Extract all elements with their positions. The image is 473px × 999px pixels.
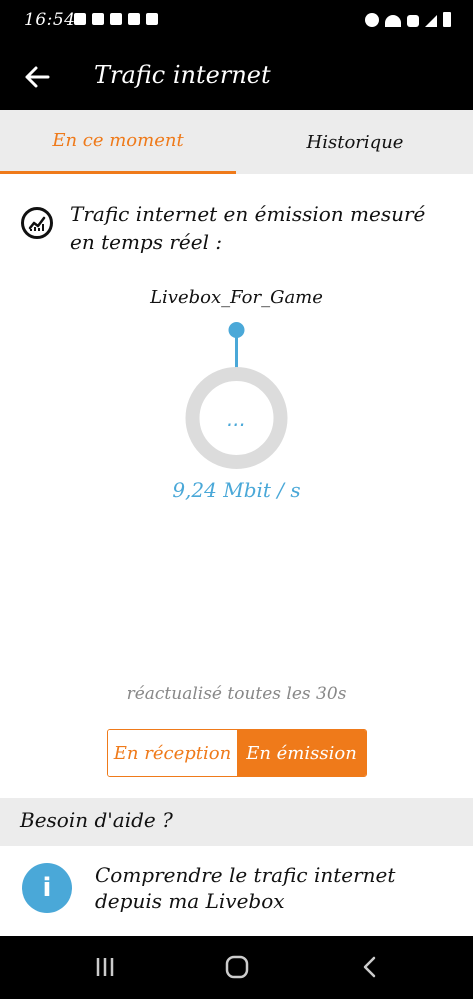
tab-historique[interactable]: Historique	[237, 110, 473, 174]
help-item-text: Comprendre le trafic internet depuis ma …	[95, 863, 396, 913]
status-time: 16:54	[24, 10, 76, 30]
help-title: Besoin d'aide ?	[20, 808, 173, 832]
alarm-icon	[365, 13, 379, 27]
chart-up-icon	[21, 207, 53, 239]
traffic-gauge: ...	[185, 322, 288, 469]
status-bar: 16:54	[0, 0, 473, 44]
help-header: Besoin d'aide ?	[0, 798, 473, 846]
call-icon	[407, 15, 419, 27]
tab-en-ce-moment[interactable]: En ce moment	[0, 110, 236, 174]
calendar-icon	[146, 13, 158, 25]
back-arrow-icon[interactable]	[22, 62, 52, 92]
toggle-emission[interactable]: En émission	[237, 730, 366, 776]
page-title: Trafic internet	[94, 61, 271, 89]
gauge-center-text: ...	[227, 407, 246, 431]
help-item[interactable]: i Comprendre le trafic internet depuis m…	[0, 846, 473, 936]
toggle-reception[interactable]: En réception	[108, 730, 237, 776]
gauge-value: 9,24 Mbit / s	[172, 478, 301, 502]
recent-apps-icon[interactable]	[90, 954, 120, 980]
tab-bar: En ce moment Historique	[0, 110, 473, 174]
notification-icons	[74, 13, 158, 25]
app-bar: Trafic internet	[0, 44, 473, 110]
back-icon[interactable]	[355, 954, 385, 980]
snapchat-icon	[92, 13, 104, 25]
gmail-icon	[110, 13, 122, 25]
device-name: Livebox_For_Game	[150, 287, 323, 308]
direction-toggle: En réception En émission	[107, 729, 367, 777]
info-icon: i	[22, 863, 72, 913]
system-nav-bar	[0, 936, 473, 999]
section-heading-text: Trafic internet en émission mesuré en te…	[70, 202, 426, 254]
signal-icon	[425, 15, 437, 27]
home-icon[interactable]	[222, 954, 252, 980]
message-icon	[74, 13, 86, 25]
refresh-text: réactualisé toutes les 30s	[126, 684, 347, 704]
battery-icon	[443, 12, 451, 27]
section-heading: Trafic internet en émission mesuré en te…	[20, 200, 450, 256]
system-icons	[365, 12, 451, 27]
wifi-icon	[385, 15, 401, 27]
gallery-icon	[128, 13, 140, 25]
